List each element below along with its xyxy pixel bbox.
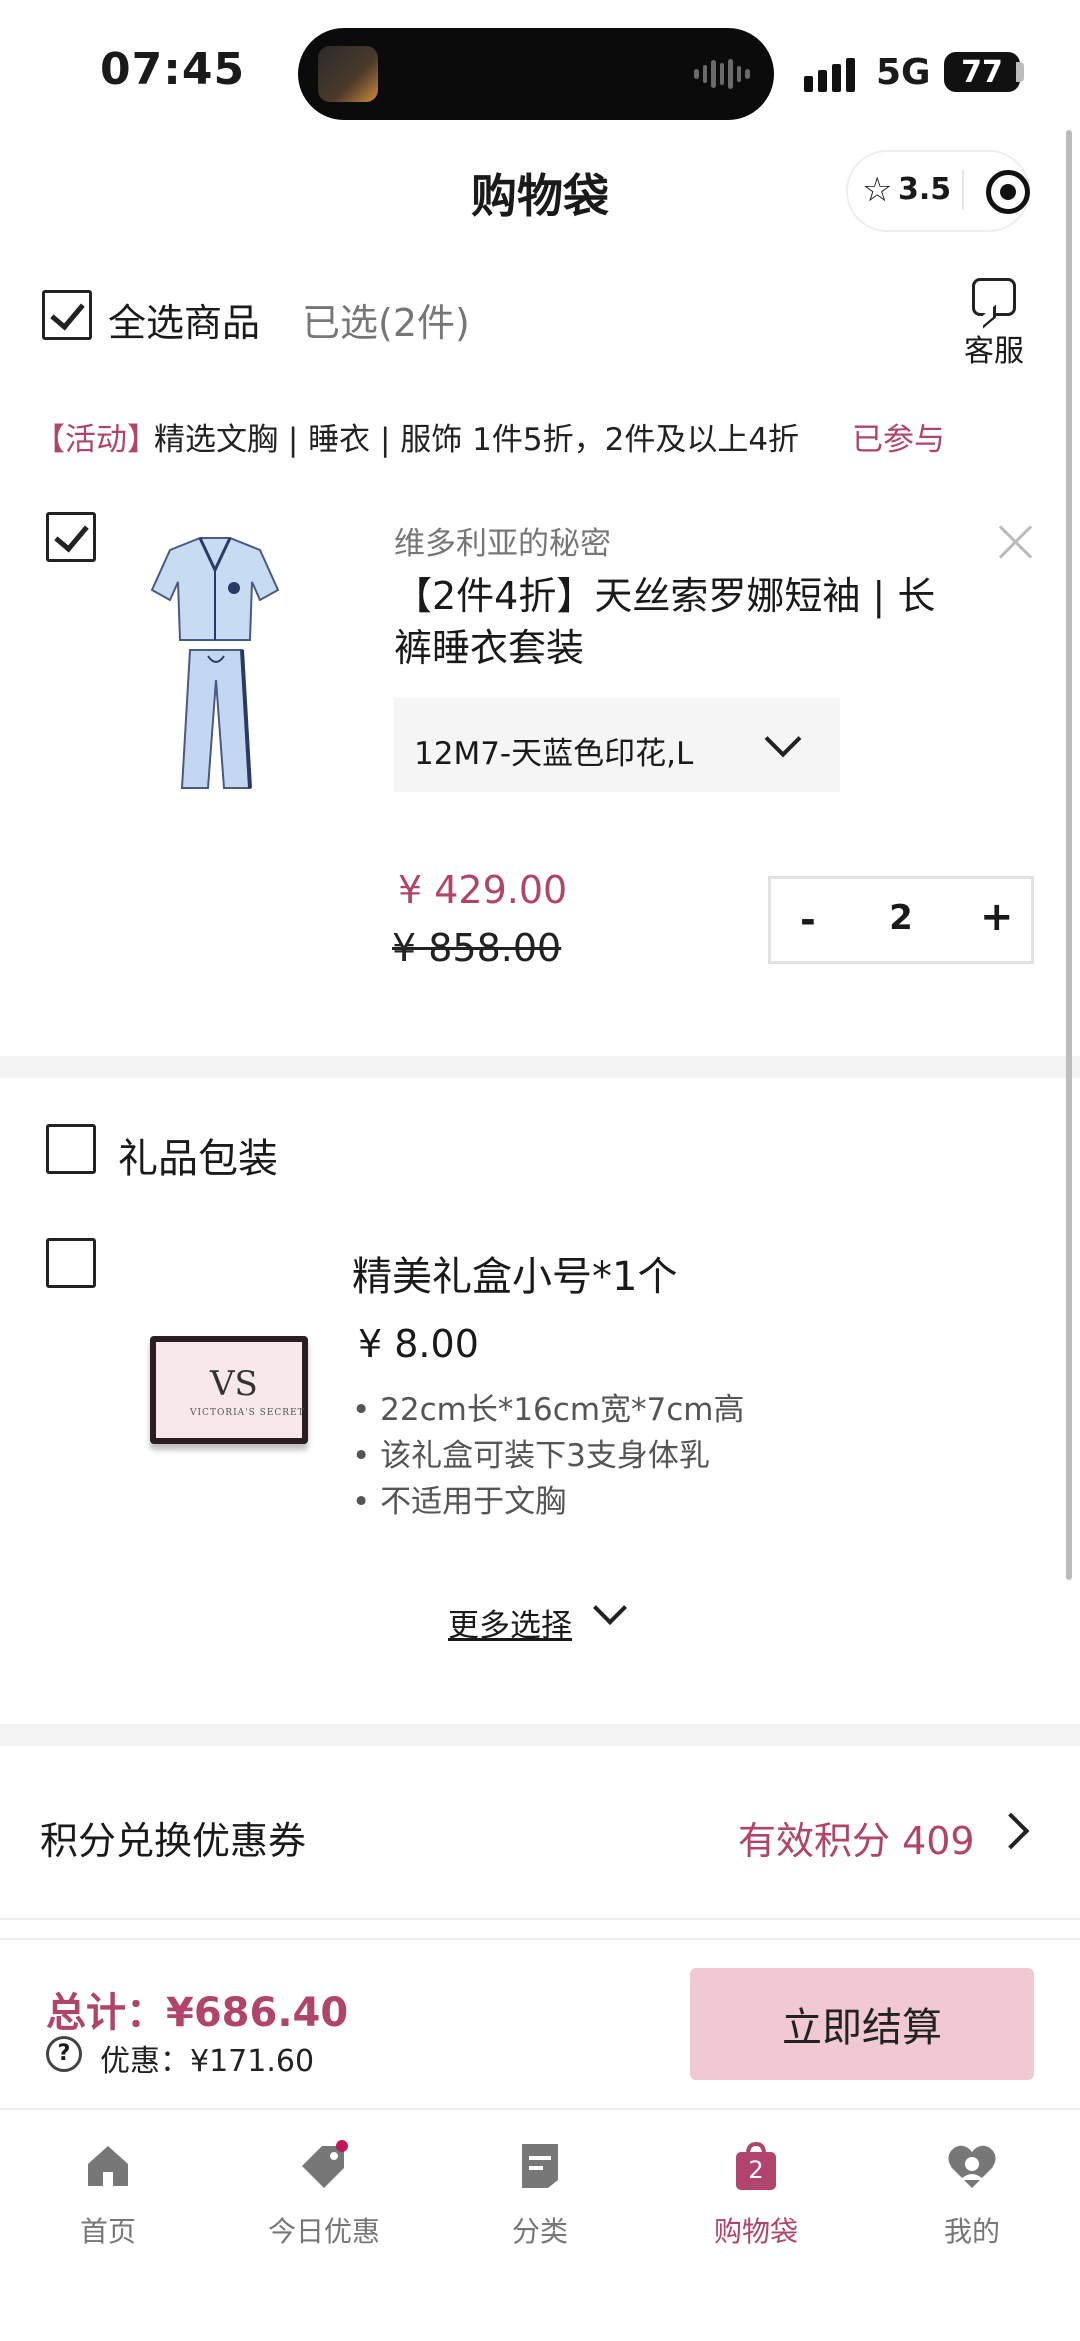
- tab-label[interactable]: 购物袋: [648, 2210, 864, 2250]
- discount-amount: 优惠：¥171.60: [100, 2044, 315, 2079]
- chevron-right-icon[interactable]: [992, 1812, 1030, 1850]
- remove-item-icon[interactable]: [996, 522, 1036, 562]
- tab-label[interactable]: 首页: [0, 2210, 216, 2250]
- signal-icon: [804, 56, 858, 92]
- product-original-price: ¥ 858.00: [392, 926, 562, 970]
- product-title[interactable]: 【2件4折】天丝索罗娜短袖 | 长裤睡衣套装: [394, 570, 954, 674]
- divider: [0, 1918, 1080, 1920]
- order-total: 总计：¥686.40: [46, 1990, 349, 2036]
- gift-box-checkbox[interactable]: [46, 1238, 96, 1288]
- home-icon[interactable]: [82, 2140, 134, 2192]
- gift-box-name: 精美礼盒小号*1个: [352, 1254, 678, 1300]
- gift-box-spec: • 该礼盒可装下3支身体乳: [352, 1438, 710, 1474]
- close-miniprogram-icon[interactable]: [986, 170, 1030, 214]
- tab-profile[interactable]: 我的: [864, 2140, 1080, 2250]
- category-icon[interactable]: [514, 2140, 566, 2192]
- customer-service-button[interactable]: 客服: [964, 326, 1024, 370]
- now-playing-thumbnail: [318, 46, 378, 102]
- gift-box-spec: • 22cm长*16cm宽*7cm高: [352, 1392, 745, 1428]
- tab-deals[interactable]: 今日优惠: [216, 2140, 432, 2250]
- points-balance[interactable]: 有效积分 409: [738, 1810, 975, 1865]
- more-options-link[interactable]: 更多选择: [448, 1600, 572, 1645]
- product-brand: 维多利亚的秘密: [394, 526, 611, 562]
- tab-label[interactable]: 我的: [864, 2210, 1080, 2250]
- decrease-quantity-button[interactable]: -: [800, 898, 816, 942]
- chat-icon[interactable]: [972, 278, 1016, 316]
- gift-wrap-title[interactable]: 礼品包装: [118, 1126, 278, 1184]
- bag-icon[interactable]: 2: [730, 2140, 782, 2192]
- increase-quantity-button[interactable]: +: [980, 894, 1014, 940]
- scrollbar[interactable]: [1066, 130, 1072, 1580]
- gift-box-brand: VICTORIA'S SECRET: [190, 1408, 305, 1418]
- tab-label[interactable]: 今日优惠: [216, 2210, 432, 2250]
- chevron-down-icon[interactable]: [593, 1591, 627, 1625]
- quantity-value[interactable]: 2: [886, 898, 916, 938]
- points-coupon-label[interactable]: 积分兑换优惠券: [40, 1810, 306, 1865]
- section-divider: [0, 1056, 1080, 1078]
- product-image[interactable]: [150, 530, 280, 790]
- tag-icon[interactable]: [298, 2140, 350, 2192]
- tab-bag[interactable]: 2 购物袋: [648, 2140, 864, 2250]
- audio-wave-icon: [694, 58, 751, 90]
- gift-box-logo: VS: [210, 1364, 258, 1404]
- rating-value: 3.5: [898, 172, 952, 207]
- tab-category[interactable]: 分类: [432, 2140, 648, 2250]
- promo-status[interactable]: 已参与: [852, 414, 945, 459]
- help-icon[interactable]: ?: [46, 2036, 82, 2072]
- gift-wrap-checkbox[interactable]: [46, 1124, 96, 1174]
- gift-box-price: ¥ 8.00: [358, 1322, 479, 1366]
- gift-box-spec: • 不适用于文胸: [352, 1484, 567, 1520]
- section-divider: [0, 1724, 1080, 1746]
- divider: [0, 1938, 1080, 1940]
- variant-label[interactable]: 12M7-天蓝色印花,L: [414, 728, 693, 773]
- battery-icon: 77: [944, 52, 1020, 92]
- selected-count: 已选(2件): [302, 301, 470, 345]
- status-time: 07:45: [100, 44, 246, 95]
- select-all-label[interactable]: 全选商品: [108, 292, 260, 347]
- star-icon[interactable]: ☆: [862, 170, 892, 210]
- product-checkbox[interactable]: [46, 512, 96, 562]
- product-price: ¥ 429.00: [398, 868, 568, 912]
- promo-tag: 【活动】: [34, 422, 158, 458]
- network-type: 5G: [876, 52, 931, 93]
- profile-icon[interactable]: [946, 2140, 998, 2192]
- battery-tip: [1016, 62, 1024, 82]
- checkout-button[interactable]: 立即结算: [690, 1968, 1034, 2080]
- tab-home[interactable]: 首页: [0, 2140, 216, 2250]
- capsule-divider: [962, 170, 964, 210]
- select-all-checkbox[interactable]: [42, 290, 92, 340]
- tab-label[interactable]: 分类: [432, 2210, 648, 2250]
- bag-count-badge: 2: [748, 2156, 764, 2184]
- promo-text: 精选文胸 | 睡衣 | 服饰 1件5折，2件及以上4折: [154, 422, 800, 458]
